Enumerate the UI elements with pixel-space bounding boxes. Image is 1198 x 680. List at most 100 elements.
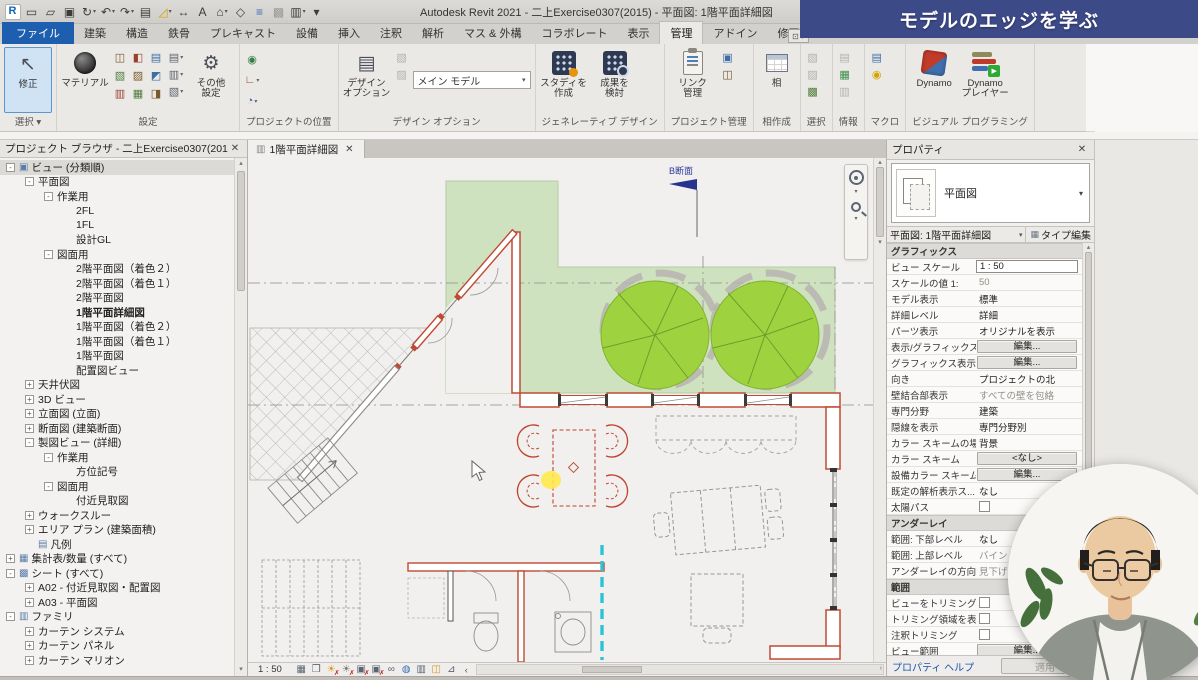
tree-item[interactable]: 1階平面図（着色２） [0,320,234,335]
scroll-up-icon[interactable]: ▴ [235,158,247,170]
expand-icon[interactable]: - [6,569,15,578]
additional-settings-icon-1[interactable]: ▤ [168,49,184,65]
global-parameters-icon[interactable]: ◩ [148,67,164,83]
tree-item[interactable]: + エリア プラン (建築面積) [0,523,234,538]
tree-item[interactable]: 方位記号 [0,465,234,480]
additional-settings-icon-2[interactable]: ▥ [168,66,184,82]
tree-item[interactable]: + カーテン マリオン [0,653,234,668]
tree-item[interactable]: - 作業用 [0,189,234,204]
position-icon[interactable]: ◔ [244,93,260,109]
property-row[interactable]: 向き プロジェクトの北 [887,371,1082,387]
property-value[interactable]: 50 [976,277,1082,288]
property-value[interactable]: <なし> [977,452,1077,465]
expand-icon[interactable]: + [6,554,15,563]
chevron-down-icon[interactable]: ▾ [854,188,857,195]
property-row[interactable]: ビュー スケール 1 : 50 [887,259,1082,275]
tree-item[interactable]: + カーテン システム [0,624,234,639]
property-row[interactable]: グラフィックス表示オ... 編集... [887,355,1082,371]
print-icon[interactable]: ▤ [137,3,155,21]
shared-parameters-icon[interactable]: ▨ [130,67,146,83]
floor-plan-drawing[interactable]: B断面 [248,158,873,662]
tree-item[interactable]: + A03 - 平面図 [0,595,234,610]
tree-item[interactable]: 2FL [0,204,234,219]
text-icon[interactable]: A [194,3,212,21]
collapse-icon[interactable]: ‹ [465,665,468,675]
expand-icon[interactable]: - [6,612,15,621]
default-3d-view-icon[interactable]: ⌂▾ [213,3,231,21]
scroll-up-icon[interactable]: ▴ [1083,243,1094,251]
tree-item[interactable]: 1階平面詳細図 [0,305,234,320]
project-units-icon[interactable]: ◨ [148,85,164,101]
expand-icon[interactable]: - [25,177,34,186]
close-icon[interactable]: ✕ [1075,144,1089,155]
close-icon[interactable]: ✕ [228,143,242,154]
expand-icon[interactable]: - [25,438,34,447]
property-value[interactable]: 背景 [976,436,1082,450]
drawing-viewport[interactable]: B断面 [248,158,886,662]
tab-annotate[interactable]: 注釈 [370,22,412,44]
tree-item[interactable]: + 立面図 (立面) [0,407,234,422]
expand-icon[interactable]: + [25,598,34,607]
transfer-standards-icon[interactable]: ▥ [112,85,128,101]
tab-view[interactable]: 表示 [617,22,659,44]
canvas-horizontal-scrollbar[interactable]: › [476,664,884,675]
create-study-button[interactable]: スタディを 作成 [540,47,588,113]
dynamo-player-button[interactable]: Dynamo プレイヤー [961,47,1009,113]
crop-region-icon[interactable]: ▣✗ [369,663,384,676]
expand-icon[interactable]: + [25,409,34,418]
macro-manager-icon[interactable]: ▤ [869,49,885,65]
tree-item[interactable]: - ▣ ビュー (分類順) [0,160,234,175]
tree-item[interactable]: - 製図ビュー (詳細) [0,436,234,451]
tree-item[interactable]: + ▦ 集計表/数量 (すべて) [0,552,234,567]
tab-collaborate[interactable]: コラボレート [531,22,617,44]
scroll-down-icon[interactable]: ▾ [874,238,886,246]
tree-item[interactable]: - ▥ ファミリ [0,610,234,625]
tree-item[interactable]: - ▩ シート (すべて) [0,566,234,581]
coordinates-icon[interactable]: ∟ [244,72,260,88]
tree-item[interactable]: 設計GL [0,233,234,248]
expand-icon[interactable]: - [44,453,53,462]
tree-item[interactable]: + 天井伏図 [0,378,234,393]
property-value[interactable]: 1 : 50 [976,260,1078,273]
tree-item[interactable]: 2階平面図 [0,291,234,306]
save-icon[interactable]: ▣ [61,3,79,21]
undo-icon[interactable]: ↶▾ [99,3,117,21]
tree-item[interactable]: 1FL [0,218,234,233]
edit-type-button[interactable]: ▦ タイプ編集 [1025,227,1091,242]
tree-item[interactable]: 1階平面図（着色１） [0,334,234,349]
modify-button[interactable]: ↖ 修正 [4,47,52,113]
tree-item[interactable]: 1階平面図 [0,349,234,364]
active-design-option-dropdown[interactable]: メイン モデル ▾ [413,71,531,89]
sun-path-icon[interactable]: ☀✗ [324,663,339,676]
reveal-hidden-elements-icon[interactable]: ◍ [399,663,414,676]
tab-file[interactable]: ファイル [2,22,74,44]
expand-icon[interactable]: + [25,525,34,534]
crop-view-icon[interactable]: ▣✗ [354,663,369,676]
property-row[interactable]: 設備カラー スキーム 編集... [887,467,1082,483]
instance-selector[interactable]: 平面図: 1階平面詳細図 [890,227,1016,242]
customize-qat-icon[interactable]: ▾ [308,3,326,21]
type-selector[interactable]: 平面図 ▾ [891,163,1090,223]
expand-icon[interactable]: + [25,380,34,389]
other-settings-button[interactable]: ⚙ その他 設定 [187,47,235,113]
property-row[interactable]: 壁結合部表示 すべての壁を包絡 [887,387,1082,403]
expand-icon[interactable]: - [6,163,15,172]
property-value[interactable]: 建築 [976,404,1082,418]
macro-security-icon[interactable]: ◉ [869,66,885,82]
property-value[interactable]: 詳細 [976,308,1082,322]
tab-steel[interactable]: 鉄骨 [158,22,200,44]
analytical-model-icon[interactable]: ◫ [429,663,444,676]
additional-settings-icon-3[interactable]: ▧ [168,83,184,99]
tree-item[interactable]: 付近見取図 [0,494,234,509]
tab-precast[interactable]: プレキャスト [200,22,286,44]
tree-item[interactable]: - 作業用 [0,450,234,465]
switch-windows-icon[interactable]: ▥▾ [289,3,307,21]
tab-manage[interactable]: 管理 [659,21,703,44]
expand-icon[interactable]: + [25,641,34,650]
close-view-icon[interactable]: ✕ [342,144,356,155]
properties-help-link[interactable]: プロパティ ヘルプ [892,659,974,674]
snaps-icon[interactable]: ◧ [130,49,146,65]
tree-item[interactable]: - 図面用 [0,479,234,494]
property-row[interactable]: カラー スキーム <なし> [887,451,1082,467]
expand-icon[interactable]: + [25,424,34,433]
